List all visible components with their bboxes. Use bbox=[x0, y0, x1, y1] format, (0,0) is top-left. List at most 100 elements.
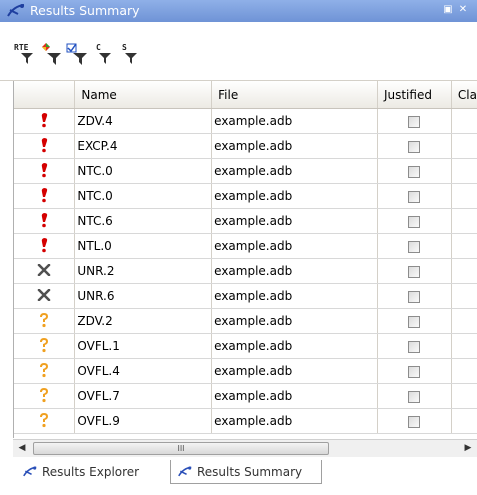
file-cell[interactable]: example.adb bbox=[211, 208, 378, 234]
table-row[interactable]: OVFL.4 example.adb bbox=[14, 358, 477, 384]
classification-cell[interactable] bbox=[451, 258, 477, 284]
orange-check-icon bbox=[38, 387, 50, 406]
tab-results-summary[interactable]: Results Summary bbox=[170, 460, 322, 484]
column-header-justified[interactable]: Justified bbox=[377, 81, 452, 109]
justified-checkbox[interactable] bbox=[408, 390, 421, 403]
name-cell[interactable]: NTC.0 bbox=[74, 183, 213, 209]
justified-cell bbox=[377, 283, 452, 309]
name-cell[interactable]: EXCP.4 bbox=[74, 133, 213, 159]
justified-checkbox[interactable] bbox=[408, 340, 421, 353]
justified-checkbox[interactable] bbox=[408, 365, 421, 378]
file-cell[interactable]: example.adb bbox=[211, 258, 378, 284]
column-header-status[interactable] bbox=[14, 81, 76, 109]
classification-cell[interactable] bbox=[451, 158, 477, 184]
red-check-icon bbox=[39, 237, 49, 256]
justified-cell bbox=[377, 233, 452, 259]
red-check-icon bbox=[39, 112, 49, 131]
name-cell[interactable]: NTC.0 bbox=[74, 158, 213, 184]
close-button[interactable]: ✕ bbox=[456, 3, 470, 17]
restore-button[interactable]: ▣ bbox=[441, 3, 455, 17]
column-header-name[interactable]: Name bbox=[74, 81, 213, 109]
table-row[interactable]: ZDV.2 example.adb bbox=[14, 308, 477, 334]
name-cell[interactable]: ZDV.2 bbox=[74, 308, 213, 334]
file-cell[interactable]: example.adb bbox=[211, 333, 378, 359]
table-row[interactable]: UNR.6 example.adb bbox=[14, 283, 477, 309]
justified-checkbox[interactable] bbox=[408, 115, 421, 128]
classification-cell[interactable] bbox=[451, 233, 477, 259]
justified-checkbox[interactable] bbox=[408, 290, 421, 303]
classification-cell[interactable] bbox=[451, 333, 477, 359]
table-header-row: Name File Justified Cla bbox=[14, 81, 477, 109]
panel-title: Results Summary bbox=[30, 3, 140, 18]
table-row[interactable]: EXCP.4 example.adb bbox=[14, 133, 477, 159]
horizontal-scrollbar[interactable]: ◀ III ▶ bbox=[13, 439, 477, 457]
file-cell[interactable]: example.adb bbox=[211, 233, 378, 259]
table-row[interactable]: NTC.0 example.adb bbox=[14, 183, 477, 209]
justified-checkbox[interactable] bbox=[408, 240, 421, 253]
status-cell bbox=[14, 133, 76, 159]
unreachable-x-icon bbox=[37, 288, 51, 304]
name-cell[interactable]: UNR.6 bbox=[74, 283, 213, 309]
table-row[interactable]: NTL.0 example.adb bbox=[14, 233, 477, 259]
justified-checkbox[interactable] bbox=[408, 415, 421, 428]
scroll-right-button[interactable]: ▶ bbox=[461, 442, 475, 455]
filter-c-button[interactable]: C bbox=[92, 43, 118, 67]
classification-cell[interactable] bbox=[451, 108, 477, 134]
file-cell[interactable]: example.adb bbox=[211, 108, 378, 134]
file-cell[interactable]: example.adb bbox=[211, 183, 378, 209]
file-cell[interactable]: example.adb bbox=[211, 158, 378, 184]
column-header-file[interactable]: File bbox=[211, 81, 378, 109]
justified-cell bbox=[377, 208, 452, 234]
table-row[interactable]: NTC.6 example.adb bbox=[14, 208, 477, 234]
name-cell[interactable]: NTC.6 bbox=[74, 208, 213, 234]
status-cell bbox=[14, 233, 76, 259]
classification-cell[interactable] bbox=[451, 383, 477, 409]
justified-checkbox[interactable] bbox=[408, 165, 421, 178]
classification-cell[interactable] bbox=[451, 283, 477, 309]
name-cell[interactable]: OVFL.1 bbox=[74, 333, 213, 359]
classification-cell[interactable] bbox=[451, 183, 477, 209]
table-row[interactable]: OVFL.1 example.adb bbox=[14, 333, 477, 359]
name-cell[interactable]: ZDV.4 bbox=[74, 108, 213, 134]
table-row[interactable]: OVFL.9 example.adb bbox=[14, 408, 477, 434]
file-cell[interactable]: example.adb bbox=[211, 283, 378, 309]
table-row[interactable]: NTC.0 example.adb bbox=[14, 158, 477, 184]
scroll-thumb[interactable]: III bbox=[33, 442, 329, 455]
filter-rte-button[interactable]: RTE bbox=[14, 43, 40, 67]
table-row[interactable]: UNR.2 example.adb bbox=[14, 258, 477, 284]
justified-checkbox[interactable] bbox=[408, 140, 421, 153]
scroll-left-button[interactable]: ◀ bbox=[15, 442, 29, 455]
tab-results-explorer[interactable]: Results Explorer bbox=[16, 460, 168, 484]
classification-cell[interactable] bbox=[451, 358, 477, 384]
red-check-icon bbox=[39, 212, 49, 231]
name-cell[interactable]: UNR.2 bbox=[74, 258, 213, 284]
filter-rte-label: RTE bbox=[14, 43, 29, 52]
justified-checkbox[interactable] bbox=[408, 215, 421, 228]
table-row[interactable]: OVFL.7 example.adb bbox=[14, 383, 477, 409]
file-cell[interactable]: example.adb bbox=[211, 358, 378, 384]
filter-s-button[interactable]: S bbox=[118, 43, 144, 67]
tab-results-summary-label: Results Summary bbox=[197, 465, 303, 479]
name-cell[interactable]: OVFL.9 bbox=[74, 408, 213, 434]
file-cell[interactable]: example.adb bbox=[211, 133, 378, 159]
classification-cell[interactable] bbox=[451, 408, 477, 434]
name-cell[interactable]: NTL.0 bbox=[74, 233, 213, 259]
justified-checkbox[interactable] bbox=[408, 265, 421, 278]
justified-cell bbox=[377, 333, 452, 359]
table-row[interactable]: ZDV.4 example.adb bbox=[14, 108, 477, 134]
file-cell[interactable]: example.adb bbox=[211, 383, 378, 409]
justified-checkbox[interactable] bbox=[408, 315, 421, 328]
classification-cell[interactable] bbox=[451, 133, 477, 159]
column-header-classification[interactable]: Cla bbox=[451, 81, 477, 109]
classification-cell[interactable] bbox=[451, 208, 477, 234]
status-cell bbox=[14, 108, 76, 134]
status-cell bbox=[14, 408, 76, 434]
file-cell[interactable]: example.adb bbox=[211, 308, 378, 334]
filter-color-button[interactable] bbox=[40, 43, 66, 67]
name-cell[interactable]: OVFL.4 bbox=[74, 358, 213, 384]
file-cell[interactable]: example.adb bbox=[211, 408, 378, 434]
justified-checkbox[interactable] bbox=[408, 190, 421, 203]
name-cell[interactable]: OVFL.7 bbox=[74, 383, 213, 409]
classification-cell[interactable] bbox=[451, 308, 477, 334]
filter-checked-button[interactable] bbox=[66, 43, 92, 67]
